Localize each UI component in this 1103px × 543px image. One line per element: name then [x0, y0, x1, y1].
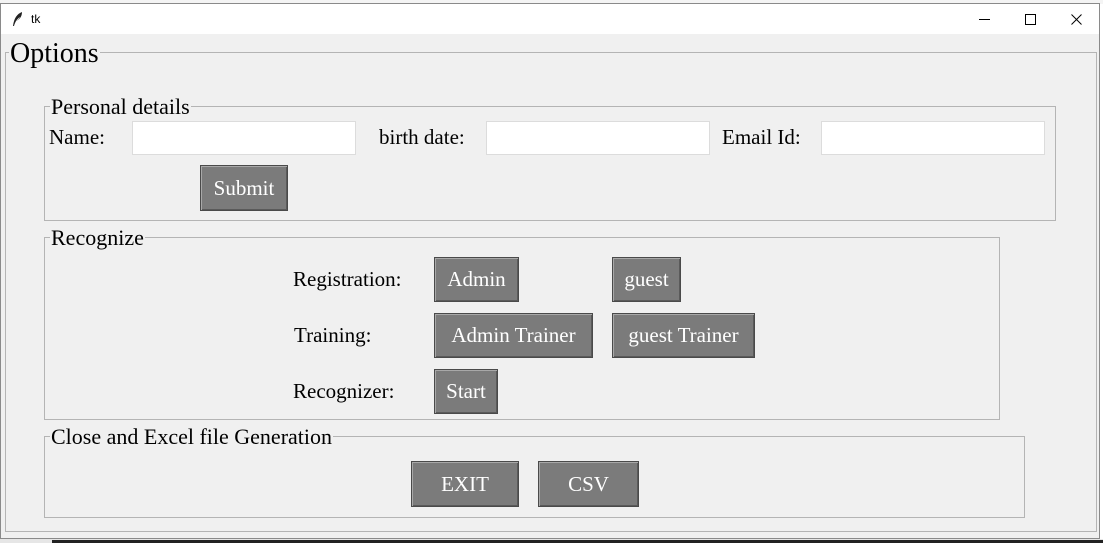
registration-label: Registration:	[293, 267, 402, 291]
birth-date-label: birth date:	[379, 125, 465, 149]
name-input[interactable]	[132, 121, 356, 155]
maximize-icon	[1024, 13, 1036, 25]
title-bar[interactable]: tk	[1, 4, 1099, 34]
recognizer-label: Recognizer:	[293, 379, 395, 403]
training-label: Training:	[294, 323, 372, 347]
minimize-icon	[978, 18, 990, 20]
start-recognizer-button[interactable]: Start	[434, 369, 498, 414]
personal-details-title: Personal details	[50, 94, 191, 119]
window-title: tk	[31, 12, 41, 26]
exit-button[interactable]: EXIT	[411, 461, 519, 507]
minimize-button[interactable]	[961, 4, 1007, 34]
email-input[interactable]	[821, 121, 1045, 155]
maximize-button[interactable]	[1007, 4, 1053, 34]
admin-trainer-button[interactable]: Admin Trainer	[434, 313, 593, 358]
close-icon	[1070, 13, 1082, 25]
close-button[interactable]	[1053, 4, 1099, 34]
close-excel-title: Close and Excel file Generation	[50, 424, 334, 449]
recognize-title: Recognize	[50, 225, 145, 250]
admin-registration-button[interactable]: Admin	[434, 257, 519, 302]
email-label: Email Id:	[722, 125, 801, 149]
background-window-strip-bottom	[0, 539, 1103, 543]
options-title: Options	[9, 38, 100, 69]
guest-registration-button[interactable]: guest	[612, 257, 681, 302]
birth-date-input[interactable]	[486, 121, 710, 155]
csv-button[interactable]: CSV	[538, 461, 639, 507]
feather-icon	[13, 12, 22, 26]
guest-trainer-button[interactable]: guest Trainer	[612, 313, 755, 358]
submit-button[interactable]: Submit	[200, 165, 288, 211]
name-label: Name:	[49, 125, 105, 149]
app-window: tk Options Personal details Name: birth …	[0, 3, 1100, 539]
